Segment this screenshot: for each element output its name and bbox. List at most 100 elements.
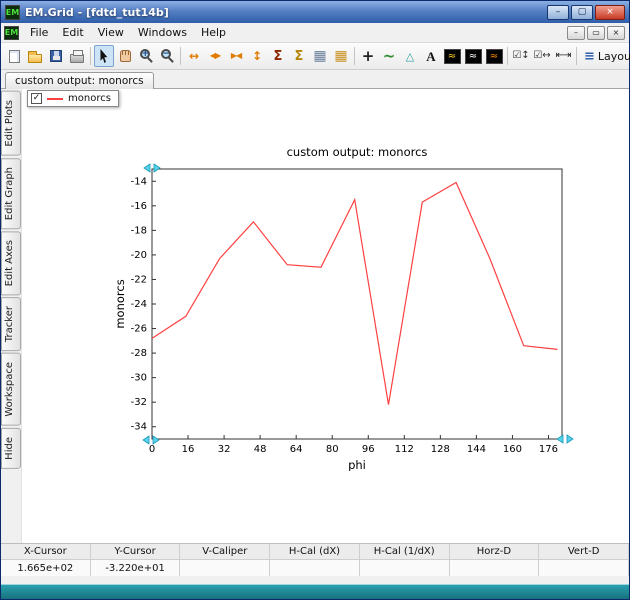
h-expand-button[interactable]: ◀▶: [205, 45, 225, 67]
x-tick-label: 32: [218, 444, 231, 455]
legend-checkbox[interactable]: ✓: [31, 93, 42, 104]
tab-custom-output-monorcs[interactable]: custom output: monorcs: [5, 72, 154, 89]
tab-strip: custom output: monorcs: [1, 70, 629, 89]
zoom-out-button[interactable]: −: [157, 45, 177, 67]
add-marker-icon: +: [361, 46, 375, 65]
mdi-child-icon[interactable]: EM: [4, 25, 19, 40]
autoscale-h-button[interactable]: ☑↔: [532, 45, 552, 67]
table-view-button[interactable]: ▦: [310, 45, 330, 67]
plot-style-3-button[interactable]: ≈: [484, 45, 504, 67]
curve-tool-button[interactable]: ~: [379, 45, 399, 67]
curve-tool-icon: ~: [382, 46, 396, 65]
status-value-h-cal-dx: [270, 560, 360, 576]
maximize-button[interactable]: ▢: [571, 4, 593, 20]
content-area: ✓ monorcs Edit Plots Edit Graph Edit Axe…: [1, 89, 629, 543]
plot-style-2-button[interactable]: ≈: [463, 45, 483, 67]
y-tick-label: -28: [131, 348, 147, 359]
new-file-button[interactable]: [4, 45, 24, 67]
plot-style-1-icon: ≈: [443, 48, 461, 64]
x-tick-label: 160: [503, 444, 522, 455]
h-collapse-button[interactable]: ▶◀: [226, 45, 246, 67]
sum-x-icon: Σ: [273, 48, 283, 64]
close-button[interactable]: ×: [595, 4, 625, 20]
mdi-restore-button[interactable]: ▭: [587, 25, 605, 40]
menu-edit[interactable]: Edit: [55, 24, 90, 41]
chart-svg[interactable]: custom output: monorcs 0 16 32 48 64 80 96 112 12…: [112, 141, 582, 472]
h-fit-button[interactable]: ↔: [184, 45, 204, 67]
data-grid-button[interactable]: ▦: [331, 45, 351, 67]
axis-handle[interactable]: [142, 435, 160, 445]
x-tick-label: 16: [182, 444, 195, 455]
mdi-minimize-button[interactable]: –: [567, 25, 585, 40]
x-tick-label: 64: [290, 444, 303, 455]
zoom-out-glyph: −: [162, 49, 171, 59]
sum-x-button[interactable]: Σ: [268, 45, 288, 67]
status-col-horz-d: Horz-D: [449, 544, 540, 560]
sidebar-tab-workspace[interactable]: Workspace: [1, 353, 21, 426]
status-value-h-cal-1dx: [360, 560, 450, 576]
fit-width-button[interactable]: ⇤⇥: [553, 45, 573, 67]
sidebar-tab-tracker[interactable]: Tracker: [1, 297, 21, 352]
data-grid-icon: ▦: [334, 48, 348, 64]
app-window: EM EM.Grid - [fdtd_tut14b] – ▢ × EM File…: [0, 0, 630, 600]
h-expand-icon: ◀▶: [209, 51, 221, 60]
menu-windows[interactable]: Windows: [131, 24, 194, 41]
x-tick-label: 144: [467, 444, 486, 455]
sidebar-tab-hide[interactable]: Hide: [1, 427, 21, 469]
polyline-tool-button[interactable]: △: [400, 45, 420, 67]
menu-file[interactable]: File: [23, 24, 55, 41]
status-value-y-cursor: -3.220e+01: [91, 560, 181, 576]
toolbar: + − ↔ ◀▶ ▶◀ ↕ Σ Σ ▦ ▦ + ~ △ A ≈ ≈ ≈ ☑↕ ☑…: [1, 43, 630, 70]
plot-canvas: custom output: monorcs 0 16 32 48 64 80 96 112 12…: [22, 89, 629, 543]
add-marker-button[interactable]: +: [358, 45, 378, 67]
autoscale-v-button[interactable]: ☑↕: [511, 45, 531, 67]
polyline-tool-icon: △: [405, 49, 415, 63]
legend-box: ✓ monorcs: [27, 90, 119, 107]
layout-button[interactable]: ≡ Layout: [584, 49, 630, 64]
y-tick-label: -18: [131, 225, 147, 236]
plot-style-3-glyph: ≈: [489, 50, 499, 62]
plot-border: [151, 168, 563, 440]
status-bar: X-Cursor Y-Cursor V-Caliper H-Cal (dX) H…: [1, 543, 629, 576]
zoom-in-glyph: +: [141, 49, 150, 59]
plot-wrap: custom output: monorcs 0 16 32 48 64 80 96 112 12…: [112, 141, 582, 474]
plot-style-1-glyph: ≈: [447, 50, 457, 62]
v-fit-icon: ↕: [251, 49, 263, 63]
menu-bar: EM File Edit View Windows Help – ▭ ×: [1, 23, 629, 43]
mdi-close-button[interactable]: ×: [607, 25, 625, 40]
pan-tool-button[interactable]: [115, 45, 135, 67]
sidebar-tab-edit-plots[interactable]: Edit Plots: [1, 91, 21, 156]
text-tool-button[interactable]: A: [421, 45, 441, 67]
sidebar-tab-edit-graph[interactable]: Edit Graph: [1, 157, 21, 229]
status-col-y-cursor: Y-Cursor: [90, 544, 181, 560]
print-button[interactable]: [67, 45, 87, 67]
y-tick-label: -34: [131, 422, 147, 433]
open-folder-button[interactable]: [25, 45, 45, 67]
sum-y-button[interactable]: Σ: [289, 45, 309, 67]
x-tick-label: 176: [539, 444, 558, 455]
save-button[interactable]: [46, 45, 66, 67]
v-fit-button[interactable]: ↕: [247, 45, 267, 67]
zoom-in-button[interactable]: +: [136, 45, 156, 67]
y-tick-label: -24: [131, 299, 147, 310]
h-fit-icon: ↔: [188, 49, 200, 63]
menu-help[interactable]: Help: [194, 24, 233, 41]
axis-handle[interactable]: [556, 434, 574, 444]
autoscale-h-icon: ☑↔: [533, 50, 551, 61]
pointer-tool-button[interactable]: [94, 45, 114, 67]
status-value-horz-d: [450, 560, 540, 576]
status-col-h-cal-dx: H-Cal (dX): [270, 544, 360, 560]
y-axis-label: monorcs: [113, 279, 127, 328]
sidebar-tab-edit-axes[interactable]: Edit Axes: [1, 230, 21, 296]
plot-style-1-button[interactable]: ≈: [442, 45, 462, 67]
minimize-button[interactable]: –: [547, 4, 569, 20]
status-value-vert-d: [539, 560, 629, 576]
menu-view[interactable]: View: [91, 24, 131, 41]
table-view-icon: ▦: [313, 48, 327, 64]
print-icon: [70, 49, 84, 63]
save-icon: [50, 50, 62, 62]
pan-tool-icon: [119, 50, 131, 62]
autoscale-v-icon: ☑↕: [512, 50, 530, 61]
y-tick-label: -32: [131, 397, 147, 408]
x-tick-label: 80: [326, 444, 339, 455]
